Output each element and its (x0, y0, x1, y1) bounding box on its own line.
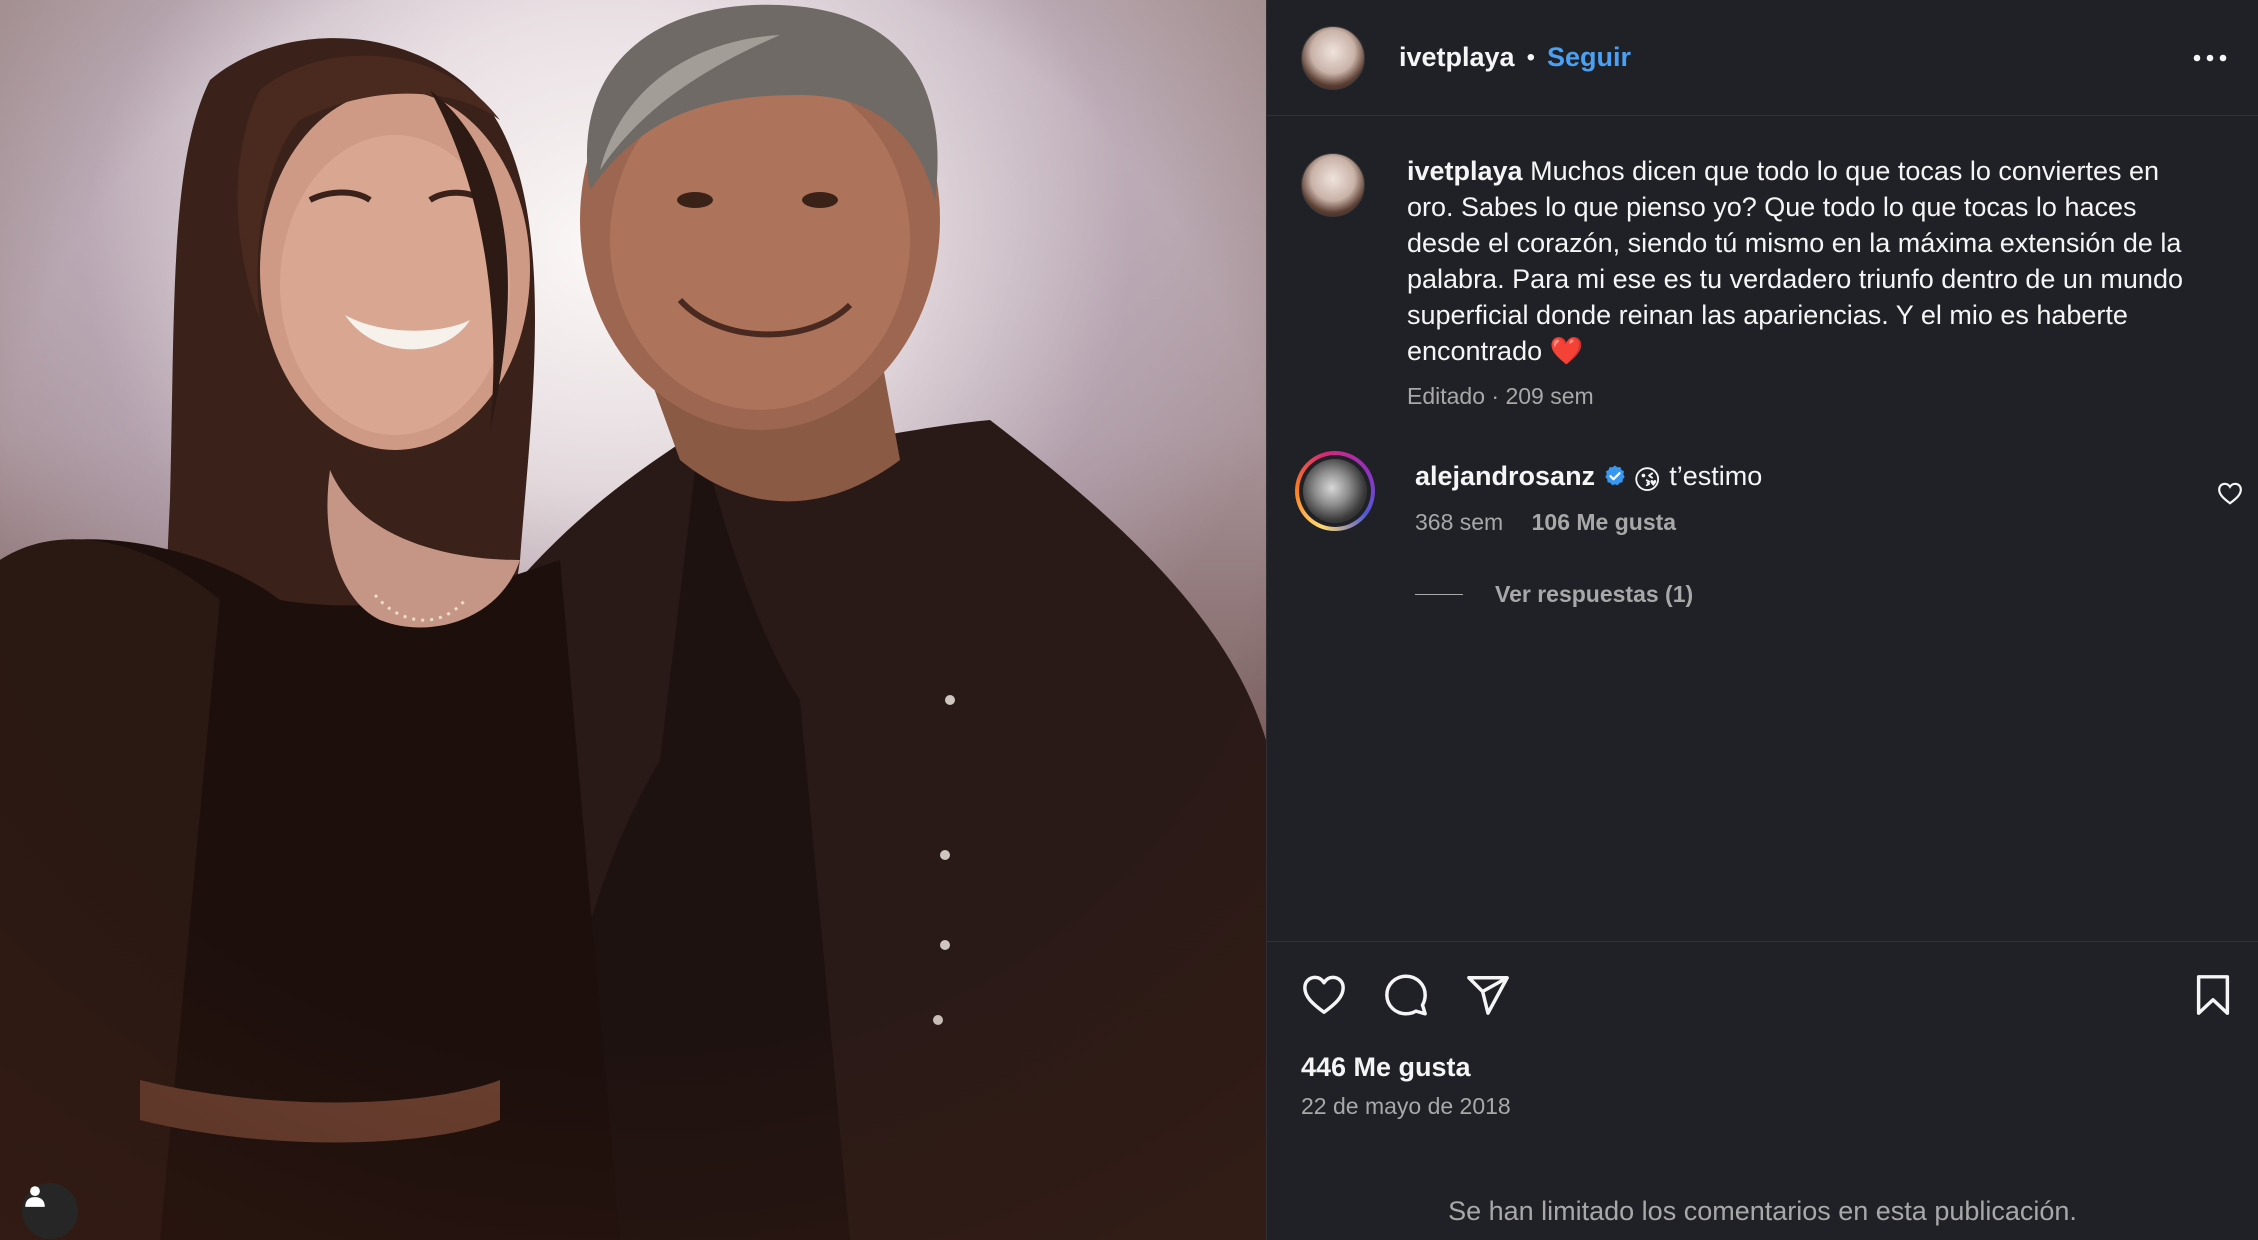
view-replies-button[interactable]: Ver respuestas (1) (1415, 581, 1693, 608)
comment-like-button[interactable] (2217, 481, 2243, 510)
bookmark-icon (2196, 975, 2230, 1015)
commenter-avatar[interactable] (1303, 459, 1367, 523)
post-photo[interactable] (0, 0, 1266, 1240)
post-caption: ivetplaya Muchos dicen que todo lo que t… (1301, 153, 2207, 410)
comment-text-line: alejandrosanz 😘 t’estimo (1415, 461, 1762, 496)
save-button[interactable] (2190, 972, 2236, 1018)
author-username[interactable]: ivetplaya (1399, 42, 1515, 73)
commenter-username[interactable]: alejandrosanz (1415, 461, 1595, 491)
follow-button[interactable]: Seguir (1547, 42, 1631, 73)
post-side-panel: ivetplaya • Seguir ivetplaya Muchos dice… (1266, 0, 2258, 1240)
comment-button[interactable] (1383, 972, 1429, 1018)
commenter-avatar-story-ring[interactable] (1295, 451, 1375, 531)
comment-meta: 368 sem 106 Me gusta (1415, 509, 1676, 536)
share-button[interactable] (1465, 972, 1511, 1018)
heart-emoji: ❤️ (1549, 336, 1584, 366)
photo-vignette (0, 0, 1266, 1240)
post-likes-count[interactable]: 446 Me gusta (1301, 1052, 1471, 1083)
user-icon (25, 1186, 45, 1207)
heart-icon (2218, 482, 2242, 505)
action-bar (1301, 972, 1511, 1018)
post-modal: ivetplaya • Seguir ivetplaya Muchos dice… (0, 0, 2258, 1240)
comment-time: 368 sem (1415, 509, 1504, 535)
post-header: ivetplaya • Seguir (1267, 0, 2258, 116)
caption-text: Muchos dicen que todo lo que tocas lo co… (1407, 156, 2183, 366)
caption-username[interactable]: ivetplaya (1407, 156, 1523, 186)
replies-divider-line (1415, 594, 1463, 595)
more-horizontal-icon (2193, 54, 2227, 62)
post-actions-footer: 446 Me gusta 22 de mayo de 2018 Se han l… (1267, 941, 2258, 1240)
heart-icon (1303, 975, 1345, 1014)
comment-icon (1385, 974, 1427, 1016)
kiss-emoji: 😘 (1633, 465, 1662, 495)
comment-text: t’estimo (1669, 461, 1763, 491)
author-avatar[interactable] (1301, 25, 1365, 90)
more-options-button[interactable] (2190, 40, 2230, 76)
caption-body: ivetplaya Muchos dicen que todo lo que t… (1407, 153, 2207, 369)
view-replies-label: Ver respuestas (1) (1495, 581, 1694, 607)
caption-meta: Editado · 209 sem (1407, 383, 1594, 409)
post-date[interactable]: 22 de mayo de 2018 (1301, 1093, 1511, 1120)
comments-limited-notice: Se han limitado los comentarios en esta … (1448, 1196, 2077, 1226)
comment-likes[interactable]: 106 Me gusta (1532, 509, 1676, 535)
caption-author-avatar[interactable] (1301, 153, 1365, 217)
comments-section[interactable]: ivetplaya Muchos dicen que todo lo que t… (1267, 117, 2258, 941)
like-button[interactable] (1301, 972, 1347, 1018)
share-icon (1467, 976, 1509, 1015)
verified-badge-icon (1605, 465, 1625, 486)
separator-dot: • (1526, 43, 1535, 71)
tagged-users-button[interactable] (22, 1183, 78, 1239)
